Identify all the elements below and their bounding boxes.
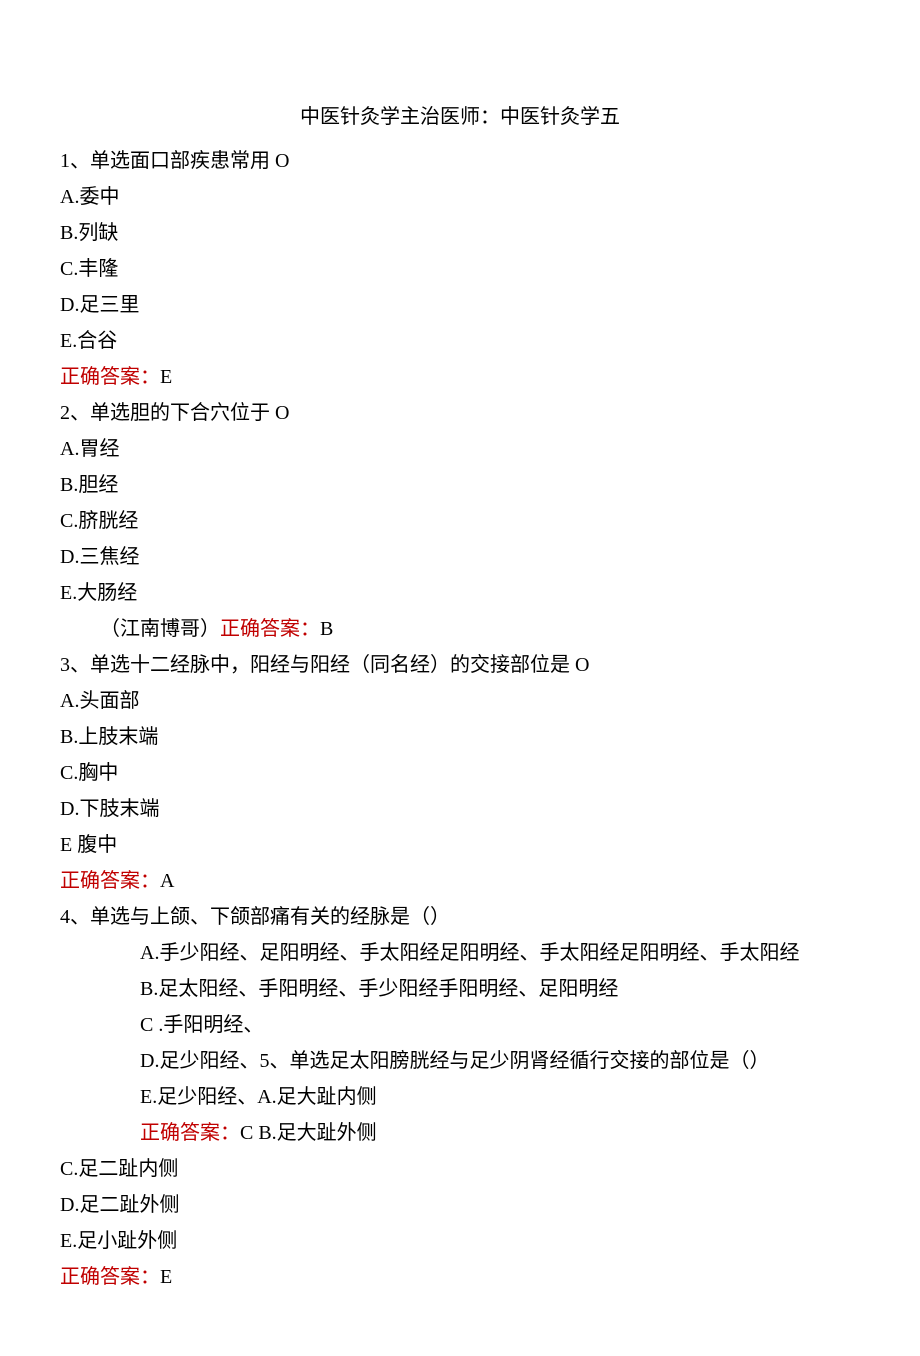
q5-answer: 正确答案：E — [60, 1260, 860, 1294]
q3-answer-label: 正确答案： — [60, 870, 160, 892]
q2-option-c: C.脐胱经 — [60, 504, 860, 538]
q2-option-d: D.三焦经 — [60, 540, 860, 574]
q3-option-e: E 腹中 — [60, 828, 860, 862]
q2-stem: 2、单选胆的下合穴位于 O — [60, 396, 860, 430]
q1-option-b: B.列缺 — [60, 216, 860, 250]
q4-option-c: C .手阳明经、 — [60, 1008, 860, 1042]
q5-answer-label: 正确答案： — [60, 1266, 160, 1288]
q2-answer-label: 正确答案： — [220, 618, 320, 640]
page-title: 中医针灸学主治医师：中医针灸学五 — [60, 100, 860, 134]
q2-answer: （江南博哥）正确答案：B — [60, 612, 860, 646]
q5-option-b: B.足大趾外侧 — [258, 1122, 376, 1144]
q1-answer: 正确答案：E — [60, 360, 860, 394]
q2-prefix: （江南博哥） — [100, 618, 220, 640]
q5-option-d: D.足二趾外侧 — [60, 1188, 860, 1222]
q3-option-b: B.上肢末端 — [60, 720, 860, 754]
q5-option-c: C.足二趾内侧 — [60, 1152, 860, 1186]
q2-option-e: E.大肠经 — [60, 576, 860, 610]
q1-option-d: D.足三里 — [60, 288, 860, 322]
q3-option-c: C.胸中 — [60, 756, 860, 790]
q5-answer-value: E — [160, 1266, 172, 1288]
q4-answer-row: 正确答案：C B.足大趾外侧 — [60, 1116, 860, 1150]
q5-option-e: E.足小趾外侧 — [60, 1224, 860, 1258]
q3-option-d: D.下肢末端 — [60, 792, 860, 826]
q3-option-a: A.头面部 — [60, 684, 860, 718]
q4-option-d: D.足少阳经、5、单选足太阳膀胱经与足少阴肾经循行交接的部位是（） — [60, 1044, 860, 1078]
q3-stem: 3、单选十二经脉中，阳经与阳经（同名经）的交接部位是 O — [60, 648, 860, 682]
q5-option-a: A.足大趾内侧 — [257, 1086, 376, 1108]
q4-option-a: A.手少阳经、足阳明经、手太阳经足阳明经、手太阳经足阳明经、手太阳经 — [60, 936, 860, 970]
q1-option-a: A.委中 — [60, 180, 860, 214]
q3-answer: 正确答案：A — [60, 864, 860, 898]
q4-row-e: E.足少阳经、A.足大趾内侧 — [60, 1080, 860, 1114]
q3-answer-value: A — [160, 870, 174, 892]
q1-answer-value: E — [160, 366, 172, 388]
q2-option-b: B.胆经 — [60, 468, 860, 502]
q4-option-e: E.足少阳经、 — [140, 1086, 257, 1108]
q1-stem: 1、单选面口部疾患常用 O — [60, 144, 860, 178]
q1-answer-label: 正确答案： — [60, 366, 160, 388]
q2-answer-value: B — [320, 618, 333, 640]
q4-answer-label: 正确答案： — [140, 1122, 240, 1144]
q2-option-a: A.胃经 — [60, 432, 860, 466]
q4-option-b: B.足太阳经、手阳明经、手少阳经手阳明经、足阳明经 — [60, 972, 860, 1006]
q4-stem: 4、单选与上颌、下颌部痛有关的经脉是（） — [60, 900, 860, 934]
q1-option-e: E.合谷 — [60, 324, 860, 358]
q4-answer-value: C — [240, 1122, 253, 1144]
q1-option-c: C.丰隆 — [60, 252, 860, 286]
